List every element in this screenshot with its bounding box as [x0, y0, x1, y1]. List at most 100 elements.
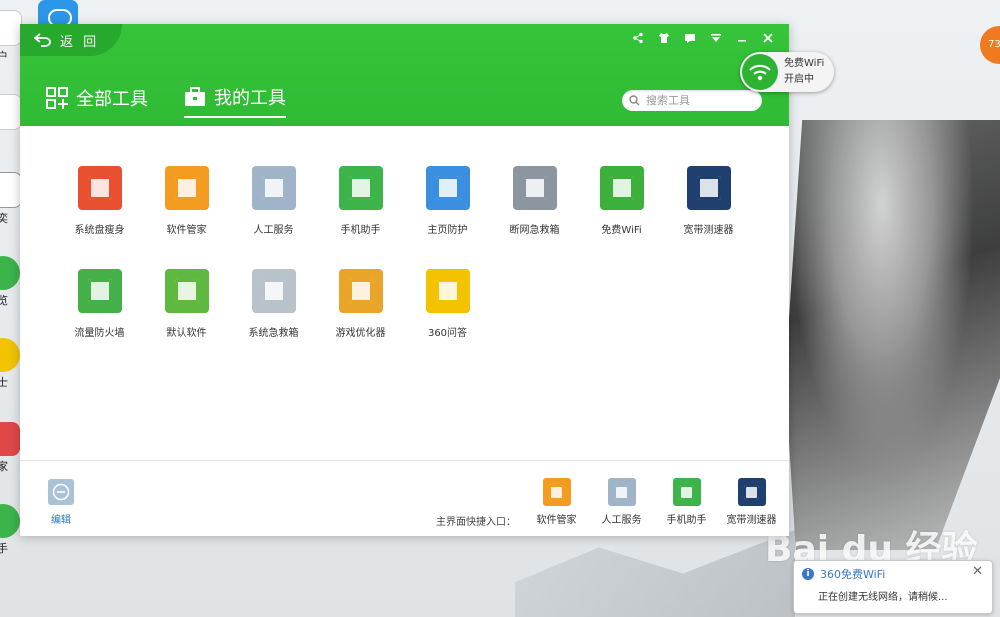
icon-glyph [549, 484, 564, 500]
menu-icon[interactable] [703, 28, 729, 48]
tab-label: 全部工具 [76, 89, 148, 110]
tool-item[interactable]: 系统急救箱 [230, 269, 317, 339]
quick-entry-label: 人工服务 [601, 515, 642, 526]
edit-button[interactable]: 编辑 [46, 479, 76, 526]
tool-item[interactable]: 宽带测速器 [665, 166, 752, 236]
tool-item[interactable]: 默认软件 [143, 269, 230, 339]
tool-item[interactable]: 主页防护 [404, 166, 491, 236]
notification-title: 360免费WiFi [820, 568, 886, 581]
tool-label: 系统盘瘦身 [74, 225, 125, 236]
tool-label: 人工服务 [253, 225, 294, 236]
tab-all-tools[interactable]: 全部工具 [46, 84, 148, 118]
tool-label: 软件管家 [166, 225, 207, 236]
icon-glyph [174, 176, 199, 200]
app-icon [0, 10, 22, 46]
tool-label: 流量防火墙 [74, 328, 125, 339]
tool-item[interactable]: 人工服务 [230, 166, 317, 236]
tools-window: 返 回 全部工具 我的工具 搜索工具 系统盘瘦身 软件管家 人工服务 手机助手 … [20, 24, 789, 536]
icon-glyph [522, 176, 547, 200]
icon-glyph [348, 176, 373, 200]
tab-label: 我的工具 [214, 88, 286, 109]
tool-label: 主页防护 [427, 225, 468, 236]
tool-label: 断网急救箱 [509, 225, 560, 236]
network-firstaid-icon [512, 166, 557, 210]
quick-entry-item[interactable]: 宽带测速器 [719, 478, 784, 526]
quick-entry-label: 主界面快捷入口： [436, 517, 516, 528]
search-input[interactable] [644, 93, 753, 108]
qa-icon [425, 269, 470, 313]
broadband-speed-icon [686, 166, 731, 210]
notification-body: 正在创建无线网络，请稍候... [818, 592, 948, 603]
icon-glyph [696, 176, 721, 200]
close-icon[interactable] [755, 28, 781, 48]
default-software-icon [164, 269, 209, 313]
icon-glyph [348, 279, 373, 303]
tool-item[interactable]: 软件管家 [143, 166, 230, 236]
tool-item[interactable]: 手机助手 [317, 166, 404, 236]
app-icon [0, 172, 22, 208]
grid-icon [46, 87, 68, 109]
wallpaper-photo [785, 120, 1000, 550]
software-manager-icon [542, 478, 571, 506]
homepage-protect-icon [425, 166, 470, 210]
phone-assistant-icon [672, 478, 701, 506]
back-arrow-icon [34, 33, 51, 47]
wifi-notification: i 360免费WiFi 正在创建无线网络，请稍候... ✕ [793, 560, 993, 614]
icon-glyph [609, 176, 634, 200]
search-icon [629, 95, 640, 106]
tool-label: 默认软件 [166, 328, 207, 339]
human-service-icon [607, 478, 636, 506]
floating-ball-badge[interactable]: 73 [980, 26, 1000, 64]
minimize-icon[interactable] [729, 28, 755, 48]
toolbox-icon [185, 87, 205, 106]
notification-close-button[interactable]: ✕ [972, 564, 983, 579]
skin-icon[interactable] [651, 28, 677, 48]
back-label: 返 回 [60, 34, 100, 50]
icon-glyph [87, 279, 112, 303]
broadband-speed-icon [737, 478, 766, 506]
phone-assistant-icon [338, 166, 383, 210]
icon-glyph [744, 484, 759, 500]
wallpaper-shard [515, 530, 795, 617]
quick-entry-label: 宽带测速器 [726, 515, 777, 526]
wifi-icon [742, 54, 778, 90]
icon-glyph [87, 176, 112, 200]
quick-entry-item[interactable]: 软件管家 [524, 478, 589, 526]
icon-glyph [435, 176, 460, 200]
tool-label: 手机助手 [340, 225, 381, 236]
tool-item[interactable]: 断网急救箱 [491, 166, 578, 236]
icon-glyph [261, 279, 286, 303]
back-button[interactable]: 返 回 [20, 24, 122, 56]
tool-item[interactable]: 游戏优化器 [317, 269, 404, 339]
icon-glyph [679, 484, 694, 500]
game-optimizer-icon [338, 269, 383, 313]
disk-slim-icon [77, 166, 122, 210]
wifi-widget-text: 免费WiFi 开启中 [784, 56, 824, 88]
feedback-icon[interactable] [677, 28, 703, 48]
quick-entry-item[interactable]: 手机助手 [654, 478, 719, 526]
edit-minus-icon [48, 479, 74, 505]
notification-head: i 360免费WiFi [802, 566, 885, 582]
tool-item[interactable]: 流量防火墙 [56, 269, 143, 339]
free-wifi-icon [599, 166, 644, 210]
tab-bar: 全部工具 我的工具 [46, 84, 286, 118]
window-footer: 编辑 主界面快捷入口： 软件管家 人工服务 手机助手 宽带测速器 [20, 460, 789, 536]
tool-item[interactable]: 系统盘瘦身 [56, 166, 143, 236]
share-icon[interactable] [625, 28, 651, 48]
tool-label: 系统急救箱 [248, 328, 299, 339]
security-icon [0, 338, 20, 372]
title-controls [625, 28, 781, 48]
tool-item[interactable]: 免费WiFi [578, 166, 665, 236]
tool-label: 游戏优化器 [335, 328, 386, 339]
info-icon: i [802, 568, 814, 580]
icon-glyph [174, 279, 199, 303]
tool-label: 360问答 [427, 328, 468, 339]
quick-entry-label: 软件管家 [536, 515, 577, 526]
icon-glyph [261, 176, 286, 200]
quick-entry-item[interactable]: 人工服务 [589, 478, 654, 526]
tab-my-tools[interactable]: 我的工具 [184, 84, 286, 118]
tool-item[interactable]: 360问答 [404, 269, 491, 339]
tool-label: 宽带测速器 [683, 225, 734, 236]
free-wifi-widget[interactable]: 免费WiFi 开启中 [740, 52, 834, 92]
software-manager-icon [164, 166, 209, 210]
